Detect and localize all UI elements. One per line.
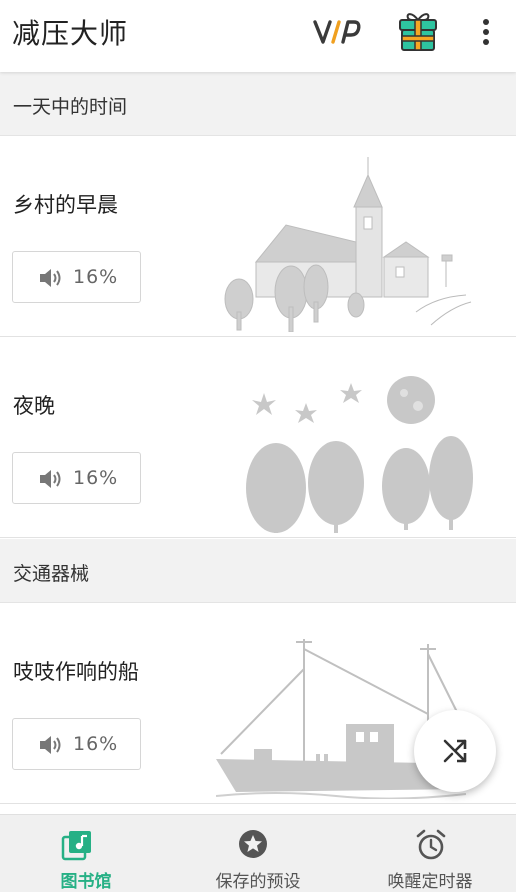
nav-item-library[interactable]: 图书馆 bbox=[0, 815, 172, 892]
nav-label: 保存的预设 bbox=[215, 872, 301, 892]
nav-item-saved-presets[interactable]: 保存的预设 bbox=[172, 815, 344, 892]
nav-label: 图书馆 bbox=[60, 872, 112, 892]
vip-icon[interactable] bbox=[312, 18, 362, 46]
sound-title: 乡村的早晨 bbox=[13, 193, 118, 217]
bottom-navigation: 图书馆 保存的预设 唤醒定时器 bbox=[0, 814, 516, 892]
volume-value: 16% bbox=[73, 266, 119, 288]
shuffle-icon bbox=[443, 739, 467, 763]
alarm-clock-icon bbox=[416, 829, 446, 860]
speaker-icon bbox=[40, 736, 61, 754]
section-header: 交通器械 bbox=[0, 539, 516, 603]
library-music-icon bbox=[61, 831, 91, 861]
gift-box-icon[interactable] bbox=[398, 10, 438, 52]
volume-button[interactable]: 16% bbox=[12, 452, 141, 504]
section-header: 一天中的时间 bbox=[0, 72, 516, 136]
nav-item-wake-timer[interactable]: 唤醒定时器 bbox=[344, 815, 516, 892]
sound-card-night[interactable]: 夜晚 16% bbox=[0, 338, 516, 538]
app-bar: 减压大师 bbox=[0, 0, 516, 72]
volume-value: 16% bbox=[73, 733, 119, 755]
more-options-icon[interactable] bbox=[474, 14, 498, 50]
section-title: 交通器械 bbox=[13, 563, 90, 585]
star-circle-icon bbox=[239, 830, 267, 858]
app-title: 减压大师 bbox=[12, 17, 129, 50]
speaker-icon bbox=[40, 269, 61, 287]
sound-title: 夜晚 bbox=[13, 394, 55, 418]
volume-button[interactable]: 16% bbox=[12, 251, 141, 303]
speaker-icon bbox=[40, 470, 61, 488]
sound-title: 吱吱作响的船 bbox=[13, 660, 139, 684]
shuffle-button[interactable] bbox=[414, 710, 496, 792]
volume-value: 16% bbox=[73, 467, 119, 489]
nav-label: 唤醒定时器 bbox=[387, 872, 473, 892]
night-trees-icon bbox=[246, 376, 473, 533]
sound-card-village-morning[interactable]: 乡村的早晨 16% bbox=[0, 137, 516, 337]
section-title: 一天中的时间 bbox=[13, 96, 128, 118]
village-church-icon bbox=[224, 157, 472, 332]
volume-button[interactable]: 16% bbox=[12, 718, 141, 770]
